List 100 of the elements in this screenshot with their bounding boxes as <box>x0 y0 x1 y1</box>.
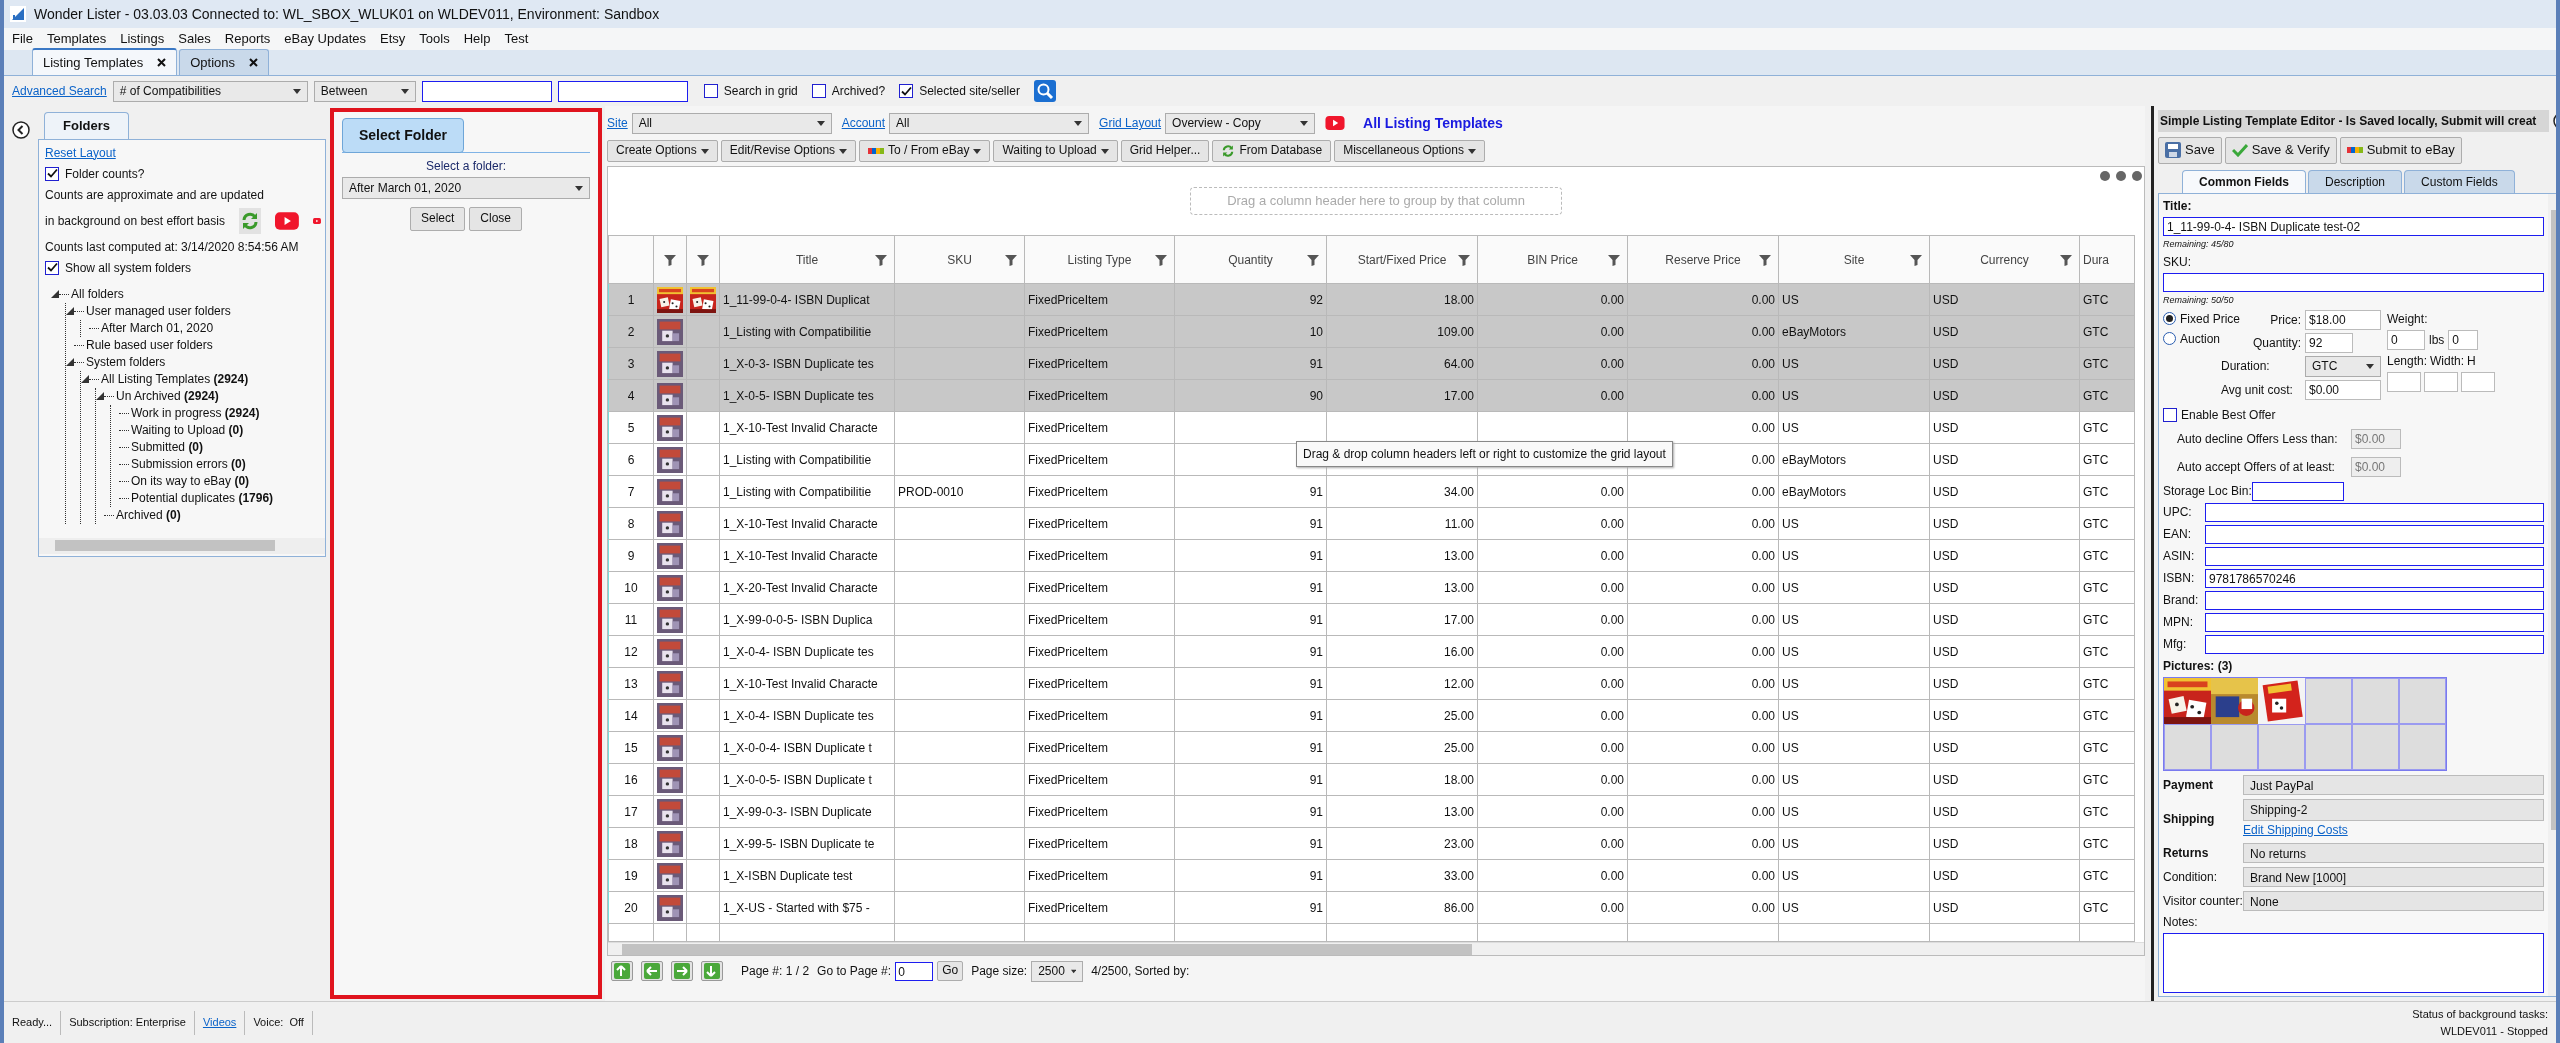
radio-button[interactable] <box>2163 332 2176 346</box>
menu-item[interactable]: Sales <box>178 29 211 49</box>
menu-item[interactable]: Test <box>504 29 529 49</box>
filter-icon[interactable] <box>697 254 709 267</box>
column-header[interactable]: Dura <box>2083 250 2109 269</box>
filter-icon[interactable] <box>1307 253 1319 266</box>
weight-field[interactable]: 0 <box>2387 329 2425 350</box>
policy-dropdown[interactable]: Brand New [1000] <box>2243 866 2544 887</box>
tree-item[interactable]: Rule based user folders <box>86 336 213 354</box>
editor-button[interactable]: Submit to eBay <box>2339 137 2462 164</box>
expander-icon[interactable] <box>51 290 59 298</box>
dialog-button[interactable]: Close <box>469 207 522 231</box>
column-header[interactable]: Currency <box>1980 250 2029 269</box>
filter-icon[interactable] <box>1759 253 1771 266</box>
grid-row[interactable]: 8 1_X-10-Test Invalid Characte FixedPriceItem 91 11.00 0.00 0.00 US USD GTC <box>608 507 2135 540</box>
tree-item[interactable]: Archived (0) <box>116 506 181 524</box>
grid-row[interactable]: 4 1_X-0-5- ISBN Duplicate tes FixedPriceItem 90 17.00 0.00 0.00 US USD GTC <box>608 379 2135 412</box>
tree-item[interactable]: All Listing Templates (2924) <box>101 370 249 388</box>
policy-dropdown[interactable]: Shipping-2 <box>2243 798 2544 821</box>
menu-item[interactable]: Templates <box>46 29 107 49</box>
collapse-button[interactable] <box>12 120 30 139</box>
tab[interactable]: Common Fields <box>2182 169 2306 193</box>
policy-dropdown[interactable]: Just PayPal <box>2243 774 2544 795</box>
filter-link[interactable]: Grid Layout <box>1099 114 1162 132</box>
menu-item[interactable]: eBay Updates <box>284 29 366 49</box>
tree-item[interactable]: Un Archived (2924) <box>116 387 219 405</box>
dropdown[interactable]: # of Compatibilities <box>112 80 308 102</box>
expander-icon[interactable] <box>66 358 74 366</box>
tab[interactable]: Custom Fields <box>2404 169 2515 193</box>
tree-item[interactable]: System folders <box>86 353 166 371</box>
toolbar-button[interactable]: From Database <box>1212 140 1332 162</box>
menu-item[interactable]: File <box>12 29 33 49</box>
checkbox[interactable] <box>703 84 718 98</box>
id-field[interactable] <box>2205 524 2544 544</box>
grid-row[interactable]: 16 1_X-0-0-5- ISBN Duplicate t FixedPriceItem 91 18.00 0.00 0.00 US USD GTC <box>608 763 2135 796</box>
first-page-button[interactable] <box>611 961 633 981</box>
grid-row[interactable]: 18 1_X-99-5- ISBN Duplicate te FixedPriceItem 91 23.00 0.00 0.00 US USD GTC <box>608 827 2135 860</box>
go-button[interactable]: Go <box>937 961 964 981</box>
grid-row[interactable]: 1 1_11-99-0-4- ISBN Duplicat FixedPriceItem 92 18.00 0.00 0.00 US USD GTC <box>608 283 2135 316</box>
search-button[interactable] <box>1033 80 1056 102</box>
grid-row[interactable]: 7 1_Listing with Compatibilitie PROD-0010 FixedPriceItem 91 34.00 0.00 0.00 eBayMotors USD GTC <box>608 475 2135 508</box>
grid-row[interactable]: 13 1_X-10-Test Invalid Characte FixedPriceItem 91 12.00 0.00 0.00 US USD GTC <box>608 667 2135 700</box>
dimension-field[interactable] <box>2424 371 2458 392</box>
last-page-button[interactable] <box>701 961 723 981</box>
filter-icon[interactable] <box>1608 253 1620 266</box>
id-field[interactable] <box>2205 546 2544 566</box>
tree-item[interactable]: All folders <box>71 285 124 303</box>
video-icon[interactable] <box>275 209 300 232</box>
editor-button[interactable]: Save <box>2158 137 2222 164</box>
column-header[interactable]: Title <box>795 250 819 269</box>
grid-row[interactable]: 15 1_X-0-0-4- ISBN Duplicate t FixedPriceItem 91 25.00 0.00 0.00 US USD GTC <box>608 731 2135 764</box>
tree-item[interactable]: Potential duplicates (1796) <box>131 489 274 507</box>
id-field[interactable] <box>2205 612 2544 632</box>
dimension-field[interactable] <box>2461 371 2495 392</box>
filter-icon[interactable] <box>875 253 887 266</box>
checkbox[interactable] <box>2163 407 2177 422</box>
sku-field[interactable] <box>2163 273 2544 293</box>
input-field[interactable] <box>421 80 552 102</box>
tree-item[interactable]: Submitted (0) <box>131 438 204 456</box>
page-input[interactable]: 0 <box>895 961 934 981</box>
tree-item[interactable]: User managed user folders <box>86 302 231 320</box>
column-header[interactable]: Listing Type <box>1067 250 1132 269</box>
menu-icon[interactable] <box>2100 171 2142 181</box>
weight-field[interactable]: 0 <box>2448 329 2479 350</box>
editor-button[interactable]: Save & Verify <box>2224 137 2337 164</box>
close-icon[interactable] <box>157 57 167 67</box>
tree-item[interactable]: After March 01, 2020 <box>101 319 214 337</box>
radio-button[interactable] <box>2163 312 2176 326</box>
toolbar-button[interactable]: Grid Helper... <box>1120 140 1210 162</box>
edit-shipping-link[interactable]: Edit Shipping Costs <box>2243 820 2348 839</box>
menu-item[interactable]: Reports <box>224 29 271 49</box>
dropdown[interactable]: All <box>631 112 832 134</box>
reset-layout-link[interactable]: Reset Layout <box>45 145 116 160</box>
toolbar-button[interactable]: To / From eBay <box>859 140 991 162</box>
filter-icon[interactable] <box>1005 253 1017 266</box>
grid-row[interactable]: 11 1_X-99-0-0-5- ISBN Duplica FixedPriceItem 91 17.00 0.00 0.00 US USD GTC <box>608 603 2135 636</box>
tree-item[interactable]: Submission errors (0) <box>131 455 246 473</box>
grid-row[interactable]: 3 1_X-0-3- ISBN Duplicate tes FixedPriceItem 91 64.00 0.00 0.00 US USD GTC <box>608 347 2135 380</box>
id-field[interactable] <box>2205 634 2544 654</box>
cost-field[interactable]: $0.00 <box>2305 379 2381 400</box>
policy-dropdown[interactable]: None <box>2243 890 2544 911</box>
tab[interactable]: Description <box>2308 169 2403 193</box>
grid-row[interactable]: 10 1_X-20-Test Invalid Characte FixedPriceItem 91 13.00 0.00 0.00 US USD GTC <box>608 571 2135 604</box>
expander-icon[interactable] <box>66 307 74 315</box>
toolbar-button[interactable]: Edit/Revise Options <box>720 140 857 162</box>
storage-field[interactable] <box>2251 481 2344 501</box>
grid-row[interactable]: 17 1_X-99-0-3- ISBN Duplicate FixedPriceItem 91 13.00 0.00 0.00 US USD GTC <box>608 795 2135 828</box>
toolbar-button[interactable]: Waiting to Upload <box>993 140 1118 162</box>
expander-icon[interactable] <box>96 392 104 400</box>
filter-link[interactable]: Site <box>607 114 628 132</box>
tab[interactable]: Options <box>179 48 270 75</box>
column-header[interactable]: Site <box>1843 250 1865 269</box>
menu-item[interactable]: Tools <box>419 29 450 49</box>
column-header[interactable]: SKU <box>947 250 972 269</box>
column-header[interactable]: BIN Price <box>1527 250 1578 269</box>
menu-item[interactable]: Etsy <box>380 29 406 49</box>
picture-slot[interactable] <box>2164 723 2211 770</box>
tab[interactable]: Listing Templates <box>32 47 178 75</box>
filter-link[interactable]: Account <box>841 114 886 132</box>
previous-page-button[interactable] <box>641 961 663 981</box>
